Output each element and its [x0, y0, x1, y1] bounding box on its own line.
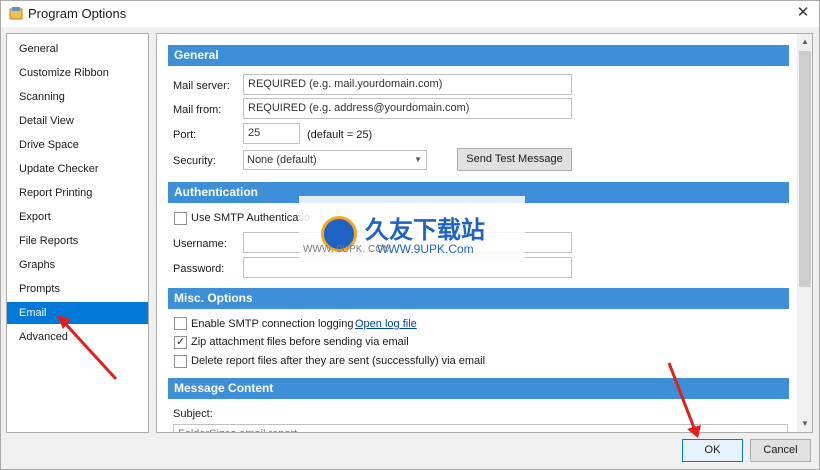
enable-logging-checkbox[interactable] — [174, 317, 187, 330]
open-log-file-link[interactable]: Open log file — [355, 318, 417, 330]
subject-field[interactable]: FolderSizes email report — [173, 424, 788, 432]
section-header-general: General — [168, 45, 789, 66]
mail-server-field[interactable]: REQUIRED (e.g. mail.yourdomain.com) — [243, 74, 572, 95]
mail-from-field[interactable]: REQUIRED (e.g. address@yourdomain.com) — [243, 98, 572, 119]
subject-label: Subject: — [173, 408, 213, 420]
security-dropdown[interactable]: None (default) ▼ — [243, 150, 427, 170]
sidebar-item-graphs[interactable]: Graphs — [7, 254, 148, 276]
cancel-button[interactable]: Cancel — [750, 439, 811, 462]
sidebar-item-file-reports[interactable]: File Reports — [7, 230, 148, 252]
port-label: Port: — [173, 129, 197, 141]
section-header-misc-options: Misc. Options — [168, 288, 789, 309]
send-test-message-button[interactable]: Send Test Message — [457, 148, 572, 171]
username-label: Username: — [173, 238, 227, 250]
zip-attachments-checkbox[interactable] — [174, 335, 187, 349]
sidebar-item-email[interactable]: Email — [7, 302, 148, 324]
enable-logging-label: Enable SMTP connection logging — [191, 318, 354, 330]
password-label: Password: — [173, 263, 225, 275]
use-smtp-auth-label: Use SMTP Authenticatio — [191, 212, 311, 224]
options-sidebar: General Customize Ribbon Scanning Detail… — [6, 33, 149, 433]
sidebar-item-prompts[interactable]: Prompts — [7, 278, 148, 300]
sidebar-item-drive-space[interactable]: Drive Space — [7, 134, 148, 156]
mail-from-label: Mail from: — [173, 104, 222, 116]
sidebar-item-update-checker[interactable]: Update Checker — [7, 158, 148, 180]
app-icon — [9, 7, 23, 20]
zip-attachments-label: Zip attachment files before sending via … — [191, 336, 409, 348]
security-label: Security: — [173, 155, 216, 167]
title-bar: Program Options ✕ — [1, 1, 819, 27]
watermark-site: WWW.9UPK.Com — [377, 242, 474, 256]
vertical-scrollbar[interactable]: ▲ ▼ — [797, 34, 812, 432]
delete-report-files-checkbox[interactable] — [174, 355, 187, 368]
mail-server-label: Mail server: — [173, 80, 230, 92]
dialog-body: General Customize Ribbon Scanning Detail… — [1, 27, 819, 469]
sidebar-item-advanced[interactable]: Advanced — [7, 326, 148, 348]
program-options-window: Program Options ✕ General Customize Ribb… — [0, 0, 820, 470]
watermark-left-text: WWW. 9UPK. COM — [303, 244, 392, 255]
section-header-message-content: Message Content — [168, 378, 789, 399]
close-icon[interactable]: ✕ — [791, 3, 815, 23]
ok-button[interactable]: OK — [682, 439, 743, 462]
sidebar-item-customize-ribbon[interactable]: Customize Ribbon — [7, 62, 148, 84]
port-default-note: (default = 25) — [307, 129, 373, 141]
window-title: Program Options — [28, 6, 127, 21]
watermark-brand: 久友下载站 — [365, 217, 485, 244]
sidebar-item-scanning[interactable]: Scanning — [7, 86, 148, 108]
sidebar-item-export[interactable]: Export — [7, 206, 148, 228]
scroll-up-icon[interactable]: ▲ — [797, 34, 812, 50]
use-smtp-auth-checkbox[interactable] — [174, 212, 187, 225]
sidebar-item-detail-view[interactable]: Detail View — [7, 110, 148, 132]
sidebar-item-general[interactable]: General — [7, 38, 148, 60]
email-options-panel: General Mail server: REQUIRED (e.g. mail… — [156, 33, 813, 433]
delete-report-files-label: Delete report files after they are sent … — [191, 355, 486, 367]
scrollbar-thumb[interactable] — [799, 51, 811, 287]
chevron-down-icon: ▼ — [414, 155, 422, 164]
watermark-overlay: 久友下载站 WWW.9UPK.Com WWW. 9UPK. COM — [299, 196, 525, 272]
port-field[interactable]: 25 — [243, 123, 300, 144]
security-selected-value: None (default) — [247, 154, 317, 166]
scroll-down-icon[interactable]: ▼ — [797, 416, 812, 432]
sidebar-item-report-printing[interactable]: Report Printing — [7, 182, 148, 204]
